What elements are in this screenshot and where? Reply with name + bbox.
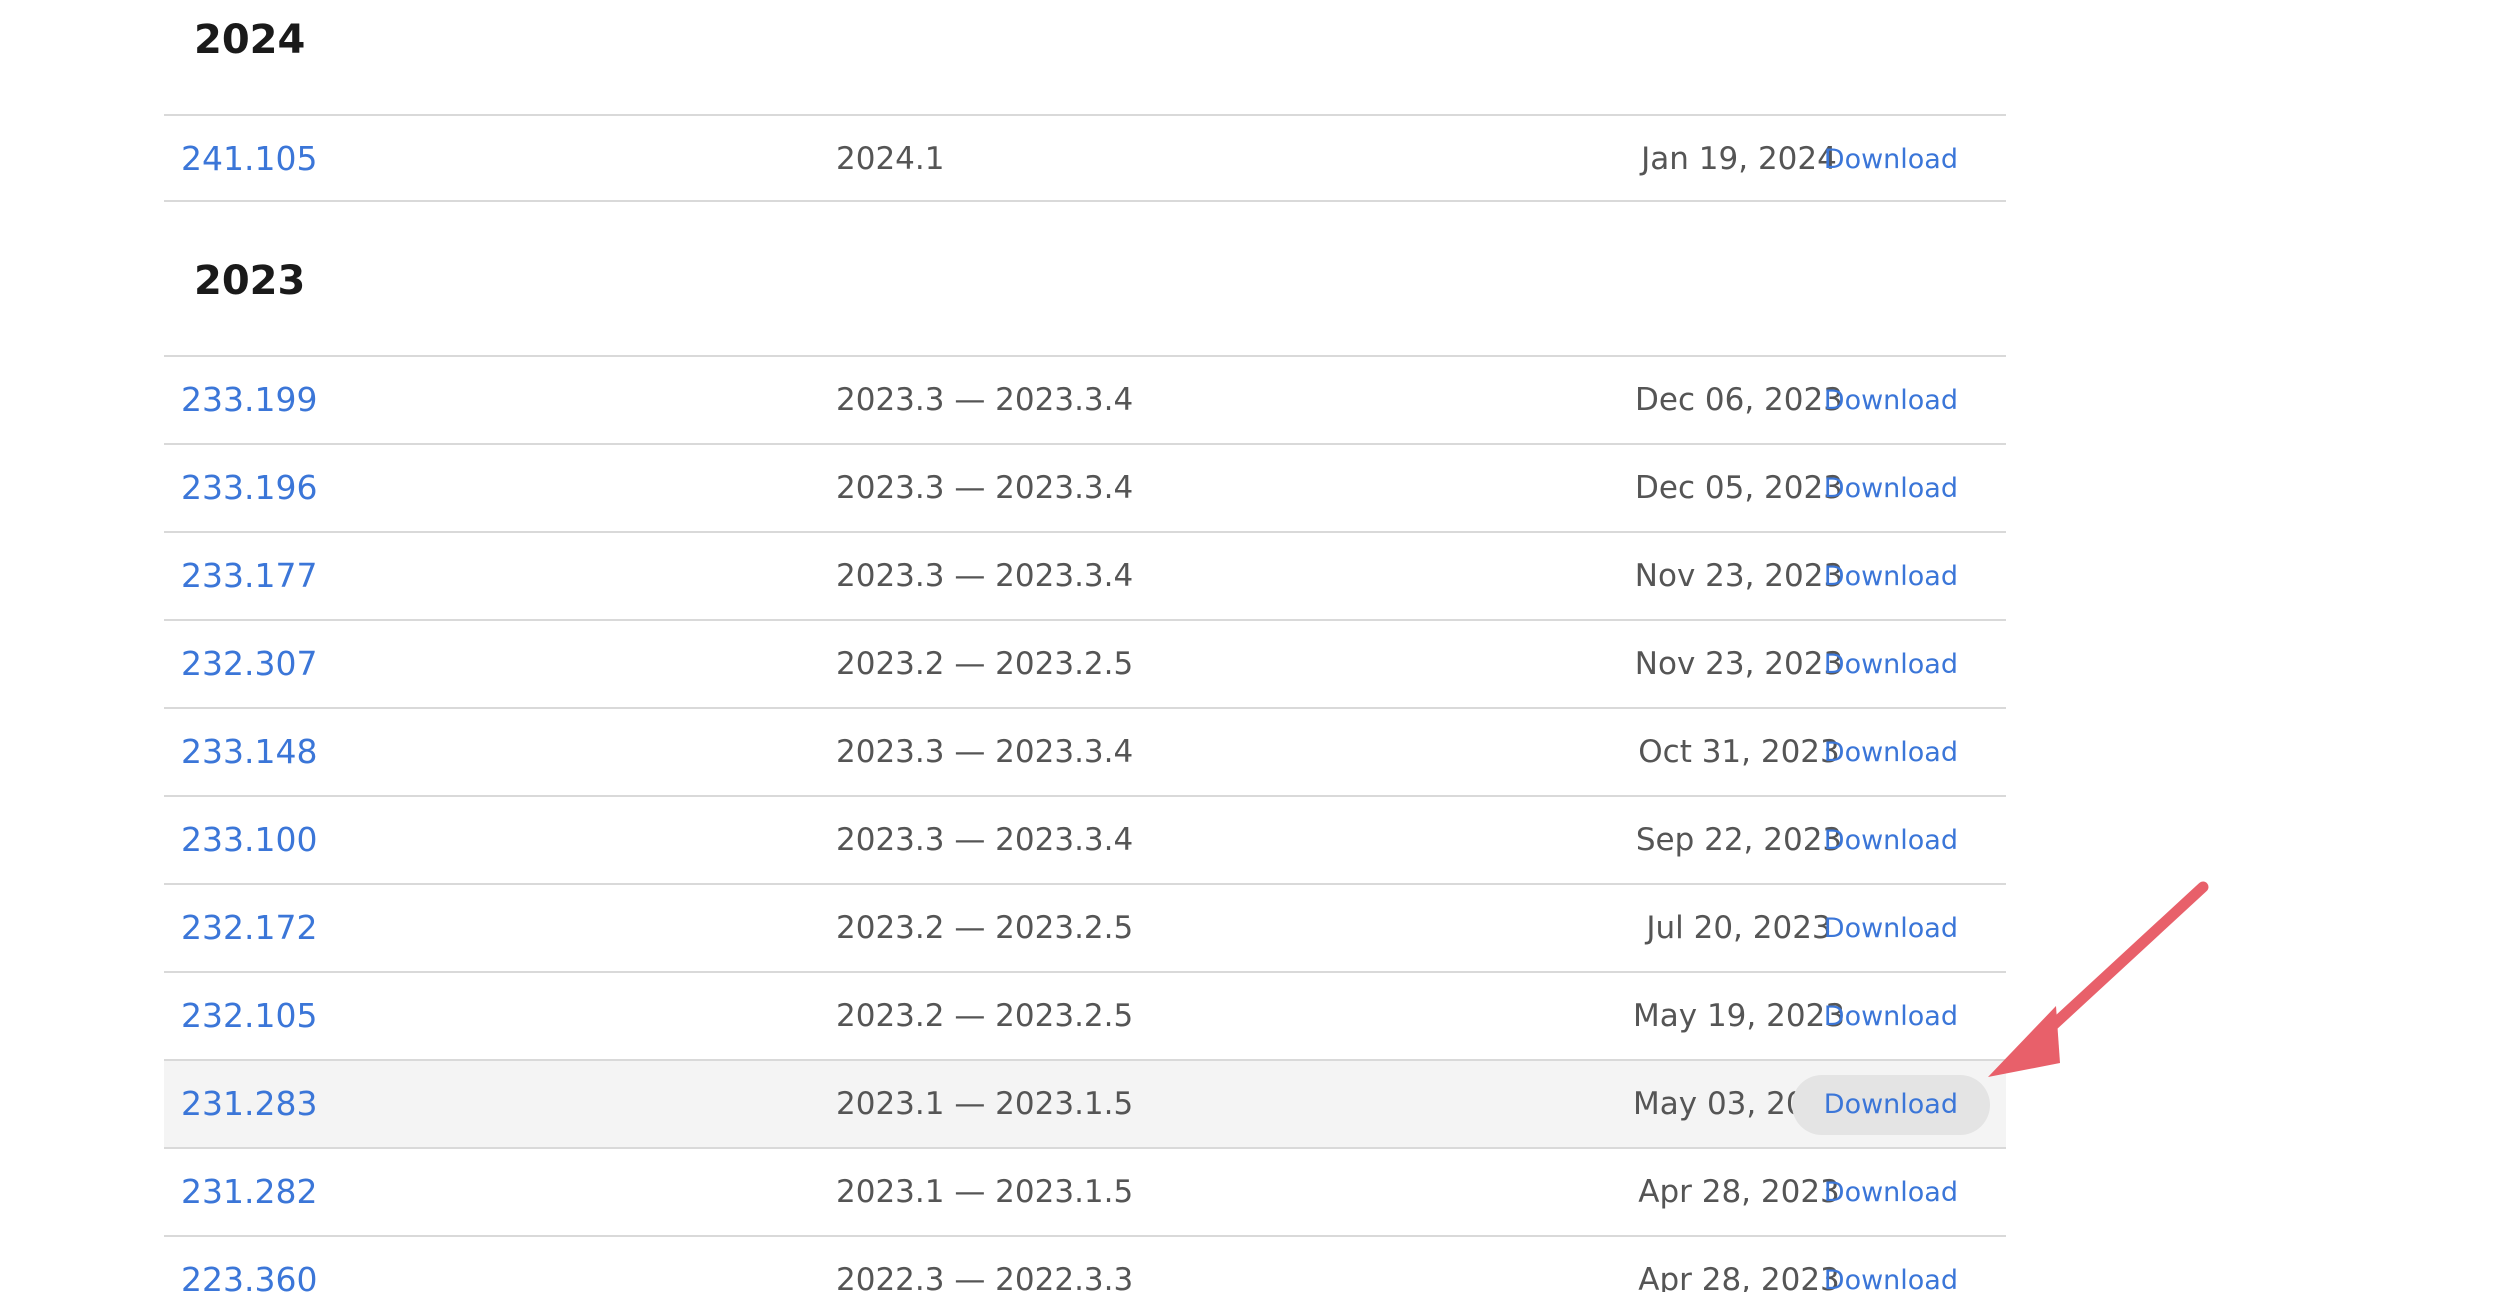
download-button[interactable]: Download: [1792, 635, 1990, 695]
build-link[interactable]: 223.360: [181, 1237, 317, 1292]
build-link[interactable]: 231.282: [181, 1149, 317, 1235]
download-button-hovered[interactable]: Download: [1791, 1075, 1990, 1135]
year-heading-2024: 2024: [194, 17, 306, 63]
build-link[interactable]: 233.148: [181, 709, 317, 795]
table-row: 232.105 2023.2 — 2023.2.5 May 19, 2023 D…: [164, 971, 2006, 1059]
table-row: 231.282 2023.1 — 2023.1.5 Apr 28, 2023 D…: [164, 1147, 2006, 1235]
table-row: 233.177 2023.3 — 2023.3.4 Nov 23, 2023 D…: [164, 531, 2006, 619]
download-button[interactable]: Download: [1792, 1163, 1990, 1223]
download-button[interactable]: Download: [1792, 371, 1990, 431]
build-link[interactable]: 233.177: [181, 533, 317, 619]
version-range: 2024.1: [836, 141, 945, 177]
version-range: 2023.2 — 2023.2.5: [836, 646, 1134, 682]
page: 2024 241.105 2024.1 Jan 19, 2024 Downloa…: [0, 0, 2496, 1292]
version-range: 2023.3 — 2023.3.4: [836, 734, 1134, 770]
builds-table-2023: 233.199 2023.3 — 2023.3.4 Dec 06, 2023 D…: [164, 355, 2006, 1292]
version-range: 2023.2 — 2023.2.5: [836, 998, 1134, 1034]
version-range: 2023.3 — 2023.3.4: [836, 470, 1134, 506]
build-link[interactable]: 231.283: [181, 1061, 317, 1147]
download-button[interactable]: Download: [1792, 899, 1990, 959]
download-button[interactable]: Download: [1792, 130, 1990, 190]
table-row-highlighted: 231.283 2023.1 — 2023.1.5 May 03, 2023 D…: [164, 1059, 2006, 1147]
build-link[interactable]: 232.307: [181, 621, 317, 707]
version-range: 2023.2 — 2023.2.5: [836, 910, 1134, 946]
builds-table-2024: 241.105 2024.1 Jan 19, 2024 Download: [164, 114, 2006, 202]
table-row: 223.360 2022.3 — 2022.3.3 Apr 28, 2023 D…: [164, 1235, 2006, 1292]
build-link[interactable]: 233.100: [181, 797, 317, 883]
version-range: 2023.3 — 2023.3.4: [836, 382, 1134, 418]
version-range: 2023.1 — 2023.1.5: [836, 1174, 1134, 1210]
build-link[interactable]: 233.196: [181, 445, 317, 531]
table-row: 233.148 2023.3 — 2023.3.4 Oct 31, 2023 D…: [164, 707, 2006, 795]
table-row: 232.307 2023.2 — 2023.2.5 Nov 23, 2023 D…: [164, 619, 2006, 707]
build-link[interactable]: 232.172: [181, 885, 317, 971]
download-button[interactable]: Download: [1792, 547, 1990, 607]
download-button[interactable]: Download: [1792, 811, 1990, 871]
download-button[interactable]: Download: [1792, 1251, 1990, 1292]
version-range: 2023.3 — 2023.3.4: [836, 822, 1134, 858]
download-button[interactable]: Download: [1792, 987, 1990, 1047]
version-range: 2023.1 — 2023.1.5: [836, 1086, 1134, 1122]
build-link[interactable]: 241.105: [181, 116, 317, 202]
table-row: 232.172 2023.2 — 2023.2.5 Jul 20, 2023 D…: [164, 883, 2006, 971]
year-heading-2023: 2023: [194, 258, 306, 304]
download-button[interactable]: Download: [1792, 723, 1990, 783]
build-link[interactable]: 233.199: [181, 357, 317, 443]
download-button[interactable]: Download: [1792, 459, 1990, 519]
table-row: 233.100 2023.3 — 2023.3.4 Sep 22, 2023 D…: [164, 795, 2006, 883]
build-link[interactable]: 232.105: [181, 973, 317, 1059]
version-range: 2023.3 — 2023.3.4: [836, 558, 1134, 594]
table-row: 233.199 2023.3 — 2023.3.4 Dec 06, 2023 D…: [164, 355, 2006, 443]
version-range: 2022.3 — 2022.3.3: [836, 1262, 1134, 1292]
table-row: 241.105 2024.1 Jan 19, 2024 Download: [164, 114, 2006, 202]
table-row: 233.196 2023.3 — 2023.3.4 Dec 05, 2023 D…: [164, 443, 2006, 531]
